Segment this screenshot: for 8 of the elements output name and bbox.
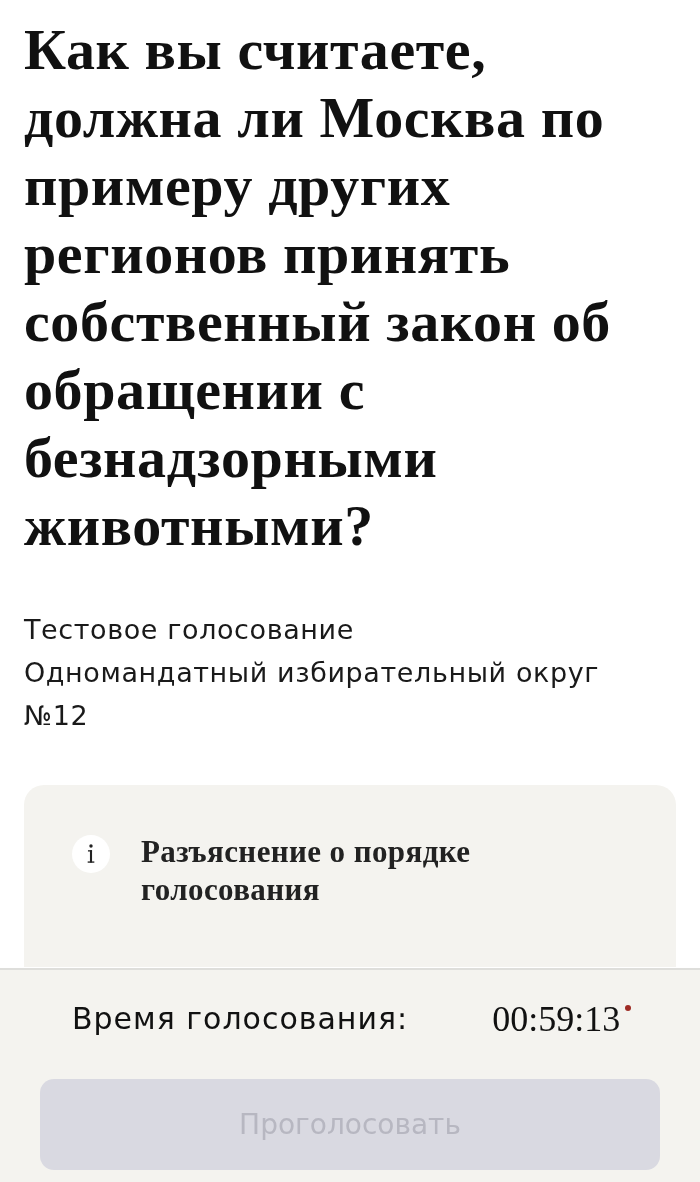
subtitle-text: Тестовое голосование [24, 613, 354, 647]
question-title: Как вы считаете, должна ли Москва по примеру других регионов принять собственный закон об обращении с безнадзорными животными? [24, 16, 612, 560]
info-icon [72, 835, 110, 873]
subtitle-text: Одномандатный избирательный округ №12 [24, 656, 601, 733]
voting-explanation-link[interactable]: Разъяснение о порядке голосования [141, 833, 541, 909]
timer-label: Время голосования: [72, 1000, 409, 1038]
status-dot-icon [625, 1005, 632, 1011]
timer-value: 00:59:13 [492, 998, 621, 1041]
